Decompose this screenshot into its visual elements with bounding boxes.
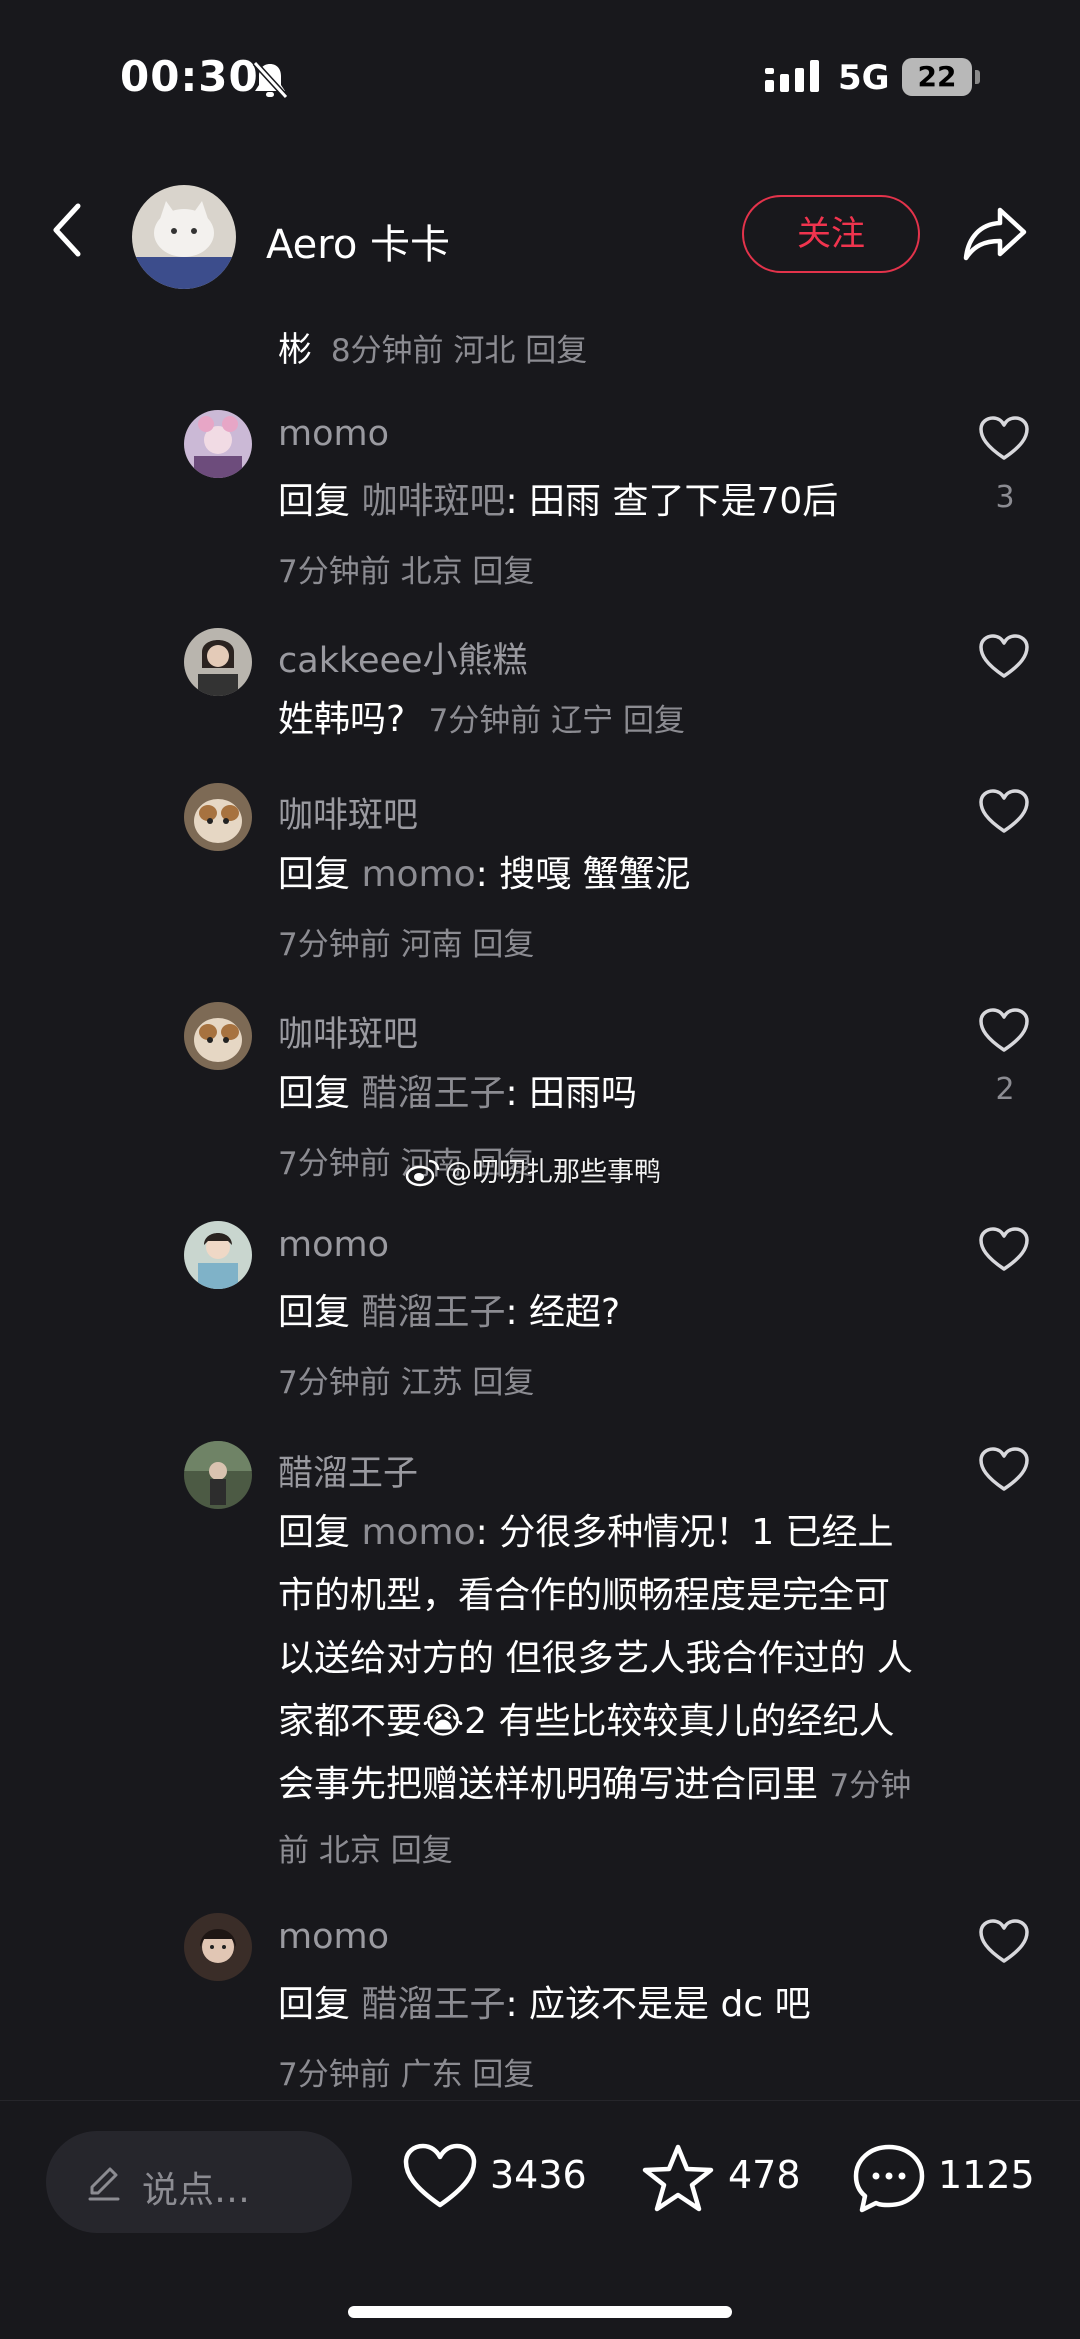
comment-username[interactable]: cakkeee小熊糕: [278, 632, 528, 683]
status-bar: 00:30 5G 22: [0, 0, 1080, 150]
heart-icon[interactable]: [978, 1447, 1030, 1493]
reply-prefix: 回复: [278, 1984, 362, 2025]
pencil-icon: [88, 2167, 120, 2201]
comment-username[interactable]: momo: [278, 1917, 389, 1957]
reply-prefix: 回复: [278, 1512, 362, 1553]
bottom-action-bar: 说点… 3436 478 1125: [0, 2100, 1080, 2339]
favorite-count[interactable]: 478: [728, 2153, 801, 2197]
reply-target[interactable]: 醋溜王子: [361, 1073, 505, 1114]
comment-text: 回复 醋溜王子: 应该不是是 dc 吧: [278, 1973, 928, 2036]
reply-target[interactable]: 咖啡斑吧: [361, 481, 505, 522]
comment-text: 回复 醋溜王子: 经超?: [278, 1281, 928, 1344]
heart-icon[interactable]: [978, 1919, 1030, 1965]
comment-icon[interactable]: [852, 2143, 926, 2215]
comment-username[interactable]: momo: [278, 1225, 389, 1265]
watermark-text: @叨叨扎那些事鸭: [445, 1157, 661, 1188]
heart-icon[interactable]: [978, 789, 1030, 835]
comment-body: : 经超?: [505, 1292, 621, 1333]
reply-prefix: 回复: [278, 481, 362, 522]
like-count-total[interactable]: 3436: [490, 2153, 587, 2197]
comment-meta[interactable]: 7分钟前 河南 回复: [278, 919, 534, 964]
reply-target[interactable]: 醋溜王子: [361, 1292, 505, 1333]
avatar[interactable]: [184, 783, 252, 851]
avatar[interactable]: [184, 1441, 252, 1509]
heart-icon[interactable]: [978, 634, 1030, 680]
avatar[interactable]: [184, 1002, 252, 1070]
battery-level: 22: [902, 58, 972, 96]
comment-meta[interactable]: 7分钟前 北京 回复: [278, 546, 534, 591]
comment-text: 回复 醋溜王子: 田雨吗: [278, 1062, 928, 1125]
crying-emoji-icon: 😭: [422, 1701, 465, 1742]
avatar[interactable]: [184, 628, 252, 696]
comment-text: 回复 momo: 分很多种情况！1 已经上市的机型，看合作的顺畅程度是完全可以送…: [278, 1501, 918, 1883]
top-reply-line: 彬 8分钟前 河北 回复: [278, 322, 587, 371]
profile-header: Aero 卡卡 关注: [0, 170, 1080, 300]
comment-text: 回复 momo: 搜嘎 蟹蟹泥: [278, 843, 928, 906]
comment-username[interactable]: 醋溜王子: [278, 1445, 418, 1496]
home-indicator[interactable]: [348, 2306, 732, 2318]
comment-count[interactable]: 1125: [938, 2153, 1035, 2197]
star-icon[interactable]: [640, 2143, 716, 2215]
avatar[interactable]: [132, 185, 236, 289]
comment-input-placeholder: 说点…: [142, 2170, 251, 2211]
comment-username[interactable]: 咖啡斑吧: [278, 1006, 418, 1057]
avatar[interactable]: [184, 410, 252, 478]
watermark: @叨叨扎那些事鸭: [405, 1150, 661, 1189]
share-icon[interactable]: [962, 206, 1028, 262]
comment-text: 姓韩吗? 7分钟前 辽宁 回复: [278, 688, 758, 753]
weibo-icon: [405, 1159, 440, 1187]
reply-target[interactable]: 醋溜王子: [361, 1984, 505, 2025]
like-count: 2: [995, 1072, 1015, 1107]
heart-icon[interactable]: [402, 2143, 478, 2211]
back-icon[interactable]: [48, 200, 88, 260]
comment-meta[interactable]: 8分钟前 河北 回复: [331, 333, 587, 369]
reply-target[interactable]: momo: [361, 854, 475, 895]
bell-muted-icon: [252, 60, 288, 100]
like-count: 3: [995, 480, 1015, 515]
comment-input[interactable]: 说点…: [46, 2131, 352, 2233]
comment-username[interactable]: 彬: [278, 330, 312, 370]
comment-username[interactable]: 咖啡斑吧: [278, 787, 418, 838]
signal-icon: [765, 60, 819, 92]
comment-body: : 应该不是是 dc 吧: [505, 1984, 811, 2025]
battery-tip: [975, 70, 980, 84]
heart-icon[interactable]: [978, 1227, 1030, 1273]
profile-name[interactable]: Aero 卡卡: [266, 212, 450, 270]
reply-prefix: 回复: [278, 1073, 362, 1114]
comment-meta[interactable]: 7分钟前 江苏 回复: [278, 1357, 534, 1402]
avatar[interactable]: [184, 1913, 252, 1981]
comment-body: 姓韩吗?: [278, 699, 406, 740]
comment-text: 回复 咖啡斑吧: 田雨 查了下是70后: [278, 470, 928, 533]
follow-button[interactable]: 关注: [742, 195, 920, 273]
comment-meta[interactable]: 7分钟前 辽宁 回复: [429, 703, 685, 739]
reply-target[interactable]: momo: [361, 1512, 475, 1553]
comment-meta[interactable]: 7分钟前 广东 回复: [278, 2049, 534, 2094]
comment-username[interactable]: momo: [278, 414, 389, 454]
comment-body: : 田雨吗: [505, 1073, 638, 1114]
comment-body: : 搜嘎 蟹蟹泥: [475, 854, 691, 895]
network-type: 5G: [838, 58, 890, 98]
heart-icon[interactable]: [978, 416, 1030, 462]
reply-prefix: 回复: [278, 1292, 362, 1333]
heart-icon[interactable]: [978, 1008, 1030, 1054]
comment-body: : 田雨 查了下是70后: [505, 481, 839, 522]
status-time: 00:30: [120, 52, 259, 101]
avatar[interactable]: [184, 1221, 252, 1289]
reply-prefix: 回复: [278, 854, 362, 895]
